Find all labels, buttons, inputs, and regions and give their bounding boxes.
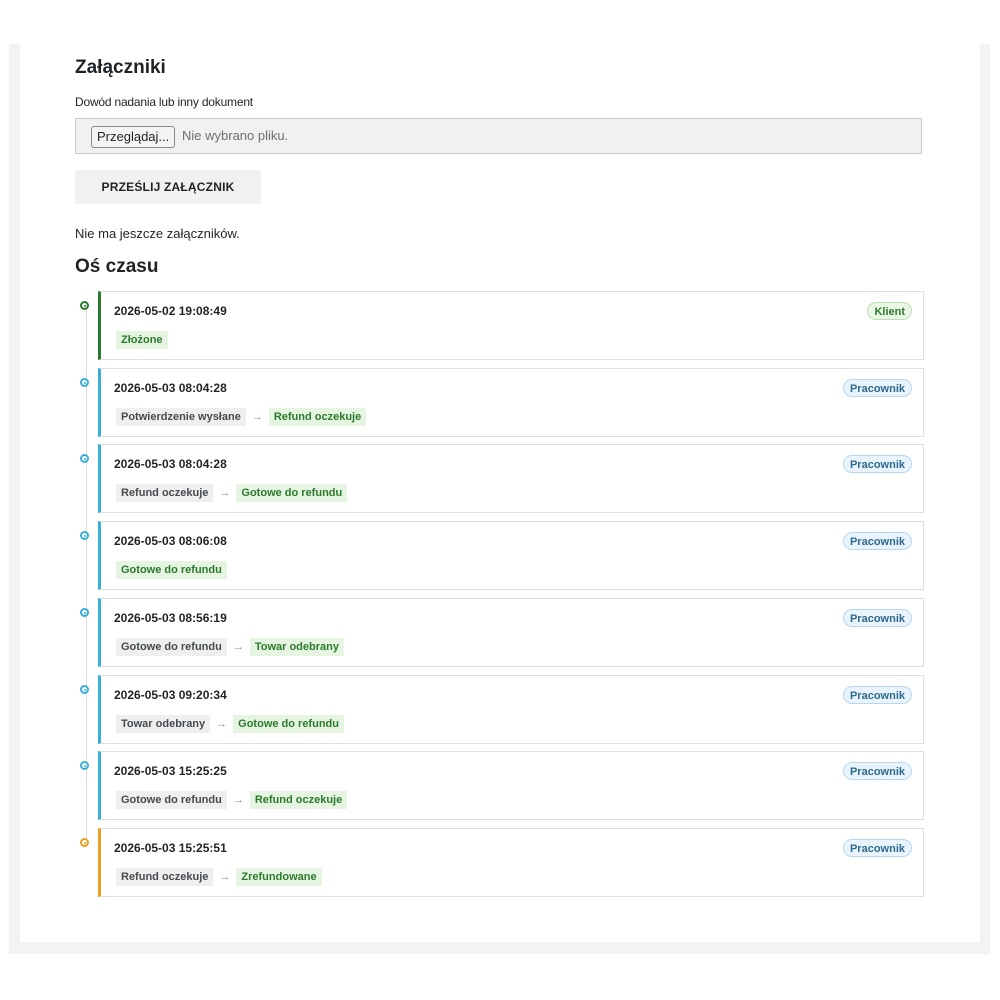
actor-badge: Pracownik: [842, 532, 912, 550]
entry-timestamp: 2026-05-03 15:25:25: [114, 764, 227, 778]
arrow-right-icon: →: [219, 871, 231, 883]
timeline-dot: [80, 761, 89, 770]
new-status: Refund oczekuje: [249, 791, 348, 809]
previous-status: Potwierdzenie wysłane: [116, 408, 246, 426]
timeline-entry: 2026-05-02 19:08:49 Klient Złożone: [98, 291, 924, 360]
timeline-entry: 2026-05-03 15:25:25 Pracownik Gotowe do re…: [98, 751, 924, 820]
timeline-dot: [80, 301, 89, 310]
attachments-title: Załączniki: [75, 57, 166, 78]
entry-timestamp: 2026-05-03 15:25:51: [114, 841, 227, 855]
timeline-dot: [80, 531, 89, 540]
timeline-title: Oś czasu: [75, 256, 159, 277]
timeline-entry: 2026-05-03 15:25:51 Pracownik Refund oczek…: [98, 828, 924, 897]
file-input[interactable]: Przeglądaj... Nie wybrano pliku.: [75, 118, 922, 154]
status-change: Refund oczekuje → Gotowe do refundu: [116, 484, 348, 502]
entry-timestamp: 2026-05-02 19:08:49: [114, 304, 227, 318]
actor-badge: Pracownik: [842, 762, 912, 780]
arrow-right-icon: →: [216, 718, 228, 730]
previous-status: Refund oczekuje: [116, 484, 214, 502]
status-change: Złożone: [116, 331, 168, 349]
status-change: Potwierdzenie wysłane → Refund oczekuje: [116, 408, 367, 426]
new-status: Gotowe do refundu: [116, 561, 227, 579]
attachment-field-label: Dowód nadania lub inny dokument: [75, 95, 253, 109]
entry-timestamp: 2026-05-03 08:04:28: [114, 381, 227, 395]
timeline-dot: [80, 685, 89, 694]
status-change: Gotowe do refundu → Refund oczekuje: [116, 791, 348, 809]
arrow-right-icon: →: [251, 411, 263, 423]
previous-status: Gotowe do refundu: [116, 638, 227, 656]
entry-timestamp: 2026-05-03 09:20:34: [114, 688, 227, 702]
entry-timestamp: 2026-05-03 08:04:28: [114, 457, 227, 471]
no-attachments-text: Nie ma jeszcze załączników.: [75, 226, 240, 241]
actor-badge: Pracownik: [842, 455, 912, 473]
entry-timestamp: 2026-05-03 08:06:08: [114, 534, 227, 548]
actor-badge: Pracownik: [842, 839, 912, 857]
timeline-dot: [80, 454, 89, 463]
previous-status: Gotowe do refundu: [116, 791, 227, 809]
previous-status: Towar odebrany: [116, 715, 211, 733]
new-status: Gotowe do refundu: [236, 484, 348, 502]
timeline-entry: 2026-05-03 08:04:28 Pracownik Refund oczek…: [98, 444, 924, 513]
actor-badge: Klient: [867, 302, 912, 320]
timeline-entry: 2026-05-03 08:04:28 Pracownik Potwierdzeni…: [98, 368, 924, 437]
timeline-entry: 2026-05-03 09:20:34 Pracownik Towar odebra…: [98, 675, 924, 744]
entry-timestamp: 2026-05-03 08:56:19: [114, 611, 227, 625]
arrow-right-icon: →: [232, 794, 244, 806]
actor-badge: Pracownik: [842, 686, 912, 704]
actor-badge: Pracownik: [842, 379, 912, 397]
status-change: Refund oczekuje → Zrefundowane: [116, 868, 322, 886]
timeline-dot: [80, 608, 89, 617]
new-status: Złożone: [116, 331, 168, 349]
browse-button[interactable]: Przeglądaj...: [91, 126, 176, 148]
actor-badge: Pracownik: [842, 609, 912, 627]
arrow-right-icon: →: [232, 641, 244, 653]
upload-attachment-button[interactable]: PRZEŚLIJ ZAŁĄCZNIK: [75, 170, 261, 204]
new-status: Gotowe do refundu: [233, 715, 344, 733]
new-status: Zrefundowane: [236, 868, 322, 886]
status-change: Gotowe do refundu → Towar odebrany: [116, 638, 344, 656]
new-status: Towar odebrany: [249, 638, 344, 656]
status-change: Towar odebrany → Gotowe do refundu: [116, 715, 344, 733]
new-status: Refund oczekuje: [268, 408, 367, 426]
no-file-text: Nie wybrano pliku.: [182, 128, 289, 143]
timeline-entry: 2026-05-03 08:56:19 Pracownik Gotowe do re…: [98, 598, 924, 667]
status-change: Gotowe do refundu: [116, 561, 227, 579]
arrow-right-icon: →: [219, 487, 231, 499]
previous-status: Refund oczekuje: [116, 868, 214, 886]
timeline-entry: 2026-05-03 08:06:08 Pracownik Gotowe do re…: [98, 521, 924, 590]
timeline-dot: [80, 378, 89, 387]
timeline-dot: [80, 838, 89, 847]
